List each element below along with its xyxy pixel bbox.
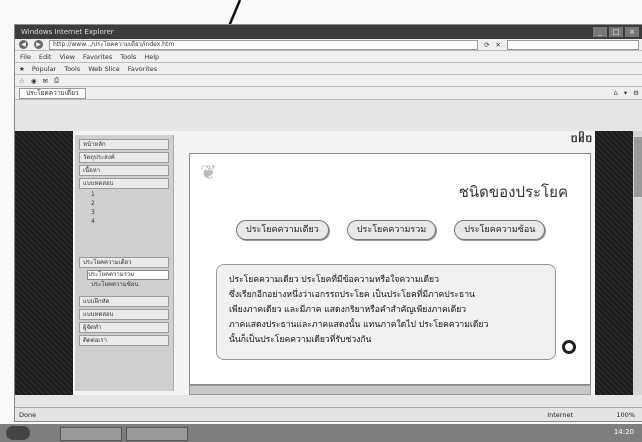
sidebar-item-exercise[interactable]: แบบฝึกหัด <box>79 296 169 307</box>
site-logo: ᥝᥤᥝ <box>571 131 593 145</box>
sidebar-sub-complex[interactable]: ประโยคความซ้อน <box>91 281 169 289</box>
menu-tools[interactable]: Tools <box>119 53 137 61</box>
sidebar-item-simple-sentence[interactable]: ประโยคความเดียว <box>79 257 169 268</box>
sidebar-sub-3[interactable]: 3 <box>91 209 169 217</box>
search-input[interactable] <box>507 39 639 50</box>
sidebar-item-objective[interactable]: วัตถุประสงค์ <box>79 152 169 163</box>
sidebar-sub-2[interactable]: 2 <box>91 200 169 208</box>
forward-button[interactable]: ▶ <box>34 40 43 49</box>
address-bar-row: ◀ ▶ http://www.../ประโยคความเดียว/index.… <box>15 39 642 51</box>
link-favorites[interactable]: Favorites <box>127 65 158 73</box>
address-input[interactable]: http://www.../ประโยคความเดียว/index.htm <box>49 39 479 50</box>
sidebar-item-test[interactable]: แบบทดสอบ <box>79 178 169 189</box>
tray-clock: 14:20 <box>613 428 634 436</box>
lesson-title: ชนิดของประโยค <box>458 183 568 201</box>
link-tools[interactable]: Tools <box>63 65 81 73</box>
menu-edit[interactable]: Edit <box>38 53 53 61</box>
site-container: หน้าหลัก วัตถุประสงค์ เนื้อหา แบบทดสอบ 1… <box>73 131 595 395</box>
paragraph-line-3: เพียงภาคเดียว และมีภาค แสดงกริยาหรือคำสำ… <box>229 305 467 315</box>
paragraph-line-2: ซึ่งเรียกอีกอย่างหนึ่งว่าเอกรรถประโยค เป… <box>229 290 475 300</box>
paragraph-line-4: ภาคแสดงประธานและภาคแสดงนั้น แทนภาคใดไป ป… <box>229 320 489 330</box>
status-bar: Done Internet 100% <box>15 407 642 421</box>
close-button[interactable]: × <box>625 27 639 37</box>
browser-window: Windows Internet Explorer _ □ × ◀ ▶ http… <box>14 24 642 422</box>
taskbar-button-1[interactable] <box>60 427 122 441</box>
background-pattern-right <box>595 131 633 395</box>
links-toolbar: ★ Popular Tools Web Slice Favorites <box>15 63 642 75</box>
paragraph-line-5: นั้นก็เป็นประโยคความเดียวที่รับช่วงกัน <box>229 335 372 345</box>
sidebar-sub-1[interactable]: 1 <box>91 191 169 199</box>
sentence-type-tabs: ประโยคความเดียว ประโยคความรวม ประโยคความ… <box>236 220 546 240</box>
paragraph-line-1: ประโยคความเดียว ประโยคที่มีข้อความหรือใจ… <box>229 275 439 285</box>
sidebar-sub-4[interactable]: 4 <box>91 218 169 226</box>
security-zone: Internet <box>547 411 573 419</box>
decoration-swirl-left: ❦ <box>200 160 217 184</box>
zoom-level[interactable]: 100% <box>616 408 635 422</box>
menu-file[interactable]: File <box>19 53 32 61</box>
tab-compound-sentence[interactable]: ประโยคความรวม <box>346 220 437 240</box>
minimize-button[interactable]: _ <box>593 27 607 37</box>
sidebar-item-quiz[interactable]: แบบทดสอบ <box>79 309 169 320</box>
sidebar-item-home[interactable]: หน้าหลัก <box>79 139 169 150</box>
maximize-button[interactable]: □ <box>609 27 623 37</box>
scroll-thumb[interactable] <box>634 137 642 197</box>
rss-icon[interactable]: ◉ <box>31 77 37 85</box>
stop-icon[interactable]: ✕ <box>496 41 501 49</box>
menu-help[interactable]: Help <box>143 53 160 61</box>
lesson-card: ❦ ❧ ชนิดของประโยค ประโยคความเดียว ประโยค… <box>189 153 591 385</box>
start-button[interactable] <box>6 426 30 440</box>
page-menu-icon[interactable]: ▾ <box>624 89 627 97</box>
tab-strip: ประโยคความเดียว ⌂ ▾ ⚙ <box>15 87 642 100</box>
sidebar-sub-compound[interactable]: ประโยคความรวม <box>87 270 169 280</box>
site-sidebar: หน้าหลัก วัตถุประสงค์ เนื้อหา แบบทดสอบ 1… <box>75 135 174 391</box>
background-pattern-left <box>15 131 73 395</box>
sidebar-item-author[interactable]: ผู้จัดทำ <box>79 322 169 333</box>
link-webslice[interactable]: Web Slice <box>87 65 121 73</box>
favorites-bar: ☆ ◉ ✉ ⎙ <box>15 75 642 87</box>
menu-bar: File Edit View Favorites Tools Help <box>15 51 642 63</box>
mail-icon[interactable]: ✉ <box>43 77 48 85</box>
tab-complex-sentence[interactable]: ประโยคความซ้อน <box>454 220 546 240</box>
star-icon[interactable]: ★ <box>19 65 25 73</box>
taskbar: 14:20 <box>0 424 642 442</box>
tab-active[interactable]: ประโยคความเดียว <box>19 87 86 99</box>
print-icon[interactable]: ⎙ <box>54 76 59 85</box>
page-viewport: หน้าหลัก วัตถุประสงค์ เนื้อหา แบบทดสอบ 1… <box>15 131 642 395</box>
status-text: Done <box>19 411 37 419</box>
content-panel: ประโยคความเดียว ประโยคที่มีข้อความหรือใจ… <box>216 264 556 360</box>
refresh-icon[interactable]: ⟳ <box>484 41 489 49</box>
sidebar-item-content[interactable]: เนื้อหา <box>79 165 169 176</box>
tools-menu-icon[interactable]: ⚙ <box>633 89 639 97</box>
menu-favorites[interactable]: Favorites <box>82 53 113 61</box>
page-footer <box>189 385 591 395</box>
menu-view[interactable]: View <box>58 53 75 61</box>
link-popular[interactable]: Popular <box>31 65 57 73</box>
window-title: Windows Internet Explorer <box>21 28 114 36</box>
taskbar-button-2[interactable] <box>126 427 188 441</box>
next-circle-button[interactable] <box>562 340 576 354</box>
tab-simple-sentence[interactable]: ประโยคความเดียว <box>236 220 329 240</box>
title-bar: Windows Internet Explorer _ □ × <box>15 25 642 39</box>
vertical-scrollbar[interactable] <box>633 131 642 395</box>
back-button[interactable]: ◀ <box>19 40 28 49</box>
home-icon[interactable]: ⌂ <box>614 89 618 97</box>
lesson-stage: ᥝᥤᥝ ❦ ❧ ชนิดของประโยค ประโยคความเดียว ปร… <box>181 131 595 395</box>
favorites-icon[interactable]: ☆ <box>19 77 25 85</box>
sidebar-item-contact[interactable]: ติดต่อเรา <box>79 335 169 346</box>
